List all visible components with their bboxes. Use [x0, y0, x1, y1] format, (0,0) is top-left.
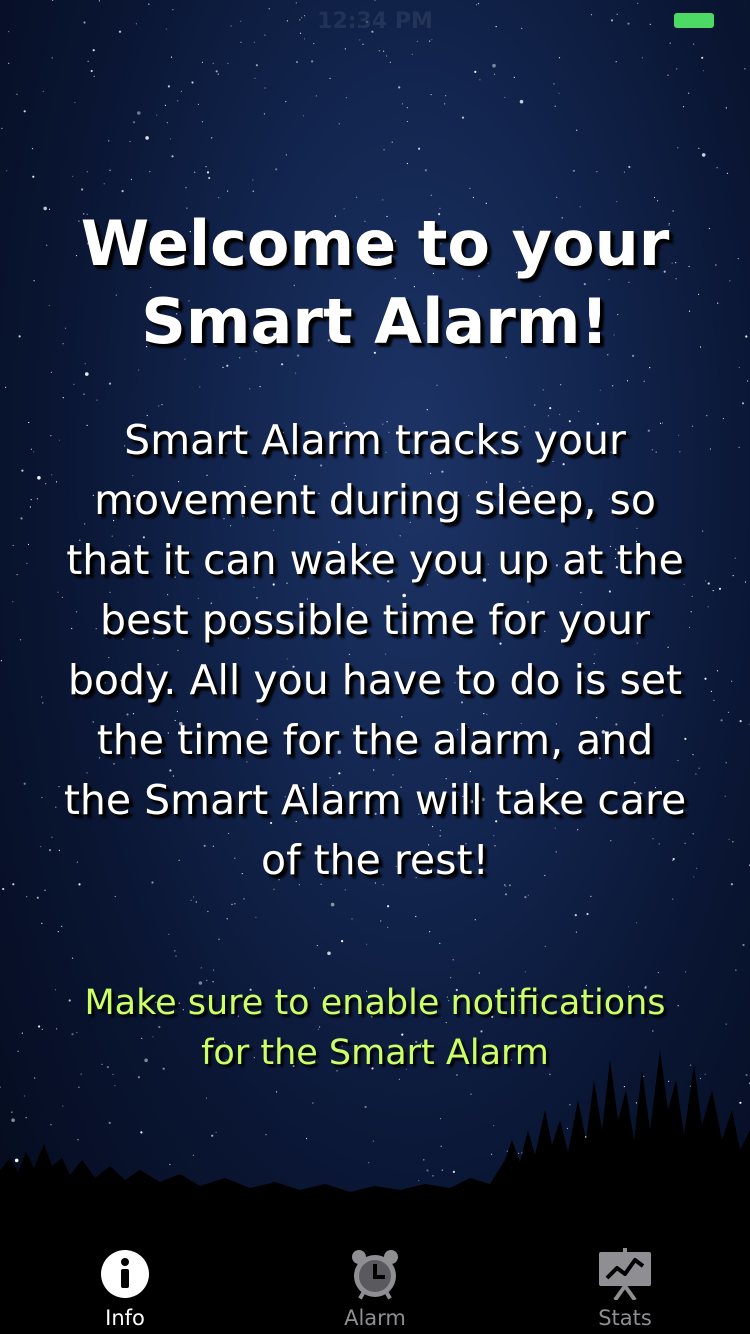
alarm-clock-icon [352, 1250, 398, 1300]
status-bar: 12:34 PM [0, 0, 750, 40]
stats-chart-icon [599, 1248, 651, 1300]
tab-alarm-label: Alarm [344, 1306, 406, 1330]
description-text: Smart Alarm tracks your movement during … [63, 416, 687, 884]
tab-stats-label: Stats [598, 1306, 652, 1330]
welcome-title: Welcome to your Smart Alarm! [80, 207, 670, 358]
status-time: 12:34 PM [317, 9, 433, 34]
tab-info[interactable]: Info [0, 1236, 250, 1334]
tab-stats[interactable]: Stats [500, 1236, 750, 1334]
info-icon [101, 1250, 149, 1298]
tab-info-label: Info [105, 1306, 145, 1330]
info-screen: 12:34 PM Welcome to your Smart Alarm! Sm… [0, 0, 750, 1334]
notification-note: Make sure to enable notifications for th… [84, 983, 666, 1073]
tab-bar: Info Alarm Stats [0, 1236, 750, 1334]
battery-icon [674, 13, 714, 28]
tab-alarm[interactable]: Alarm [250, 1236, 500, 1334]
